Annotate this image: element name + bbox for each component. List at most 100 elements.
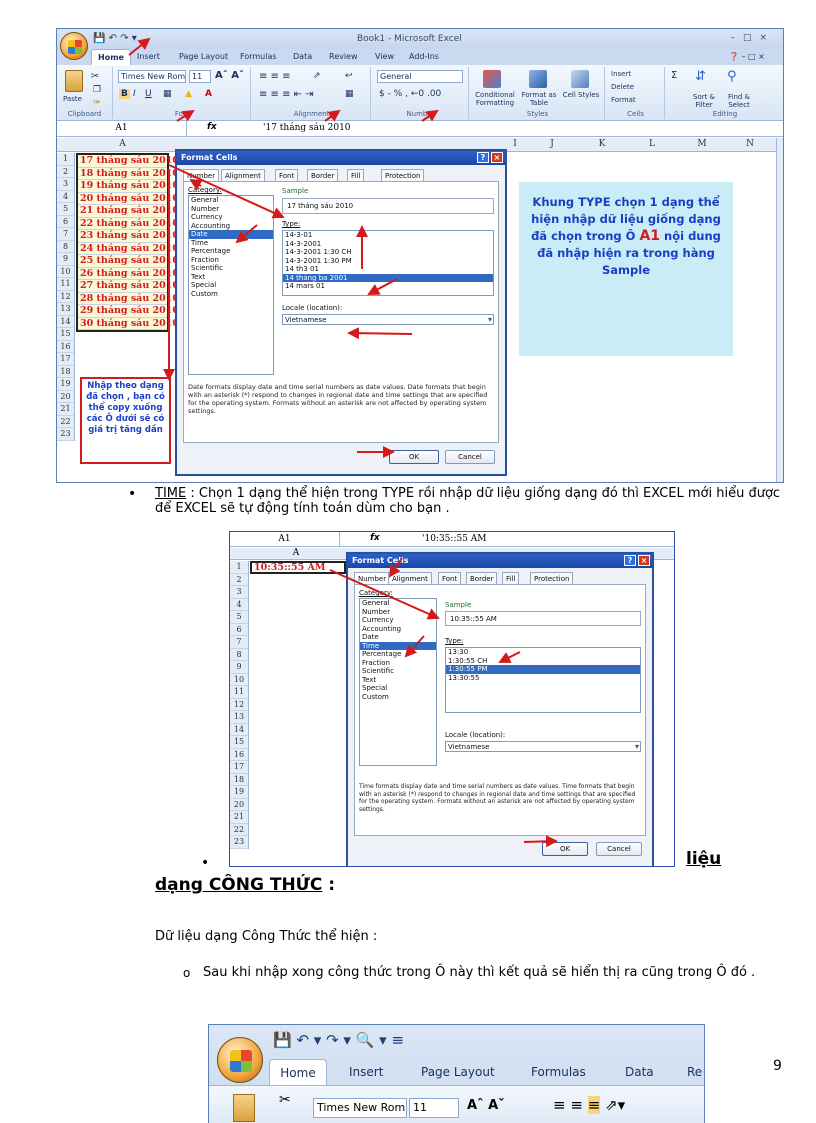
tab-review[interactable]: Re	[687, 1065, 702, 1079]
align-left-icon[interactable]: ≡ ≡ ≡ ⇤ ⇥	[259, 89, 314, 100]
row-header[interactable]: 15	[230, 736, 248, 749]
row-header[interactable]: 18	[230, 774, 248, 786]
row-header[interactable]: 12	[230, 699, 248, 711]
align-top-icon[interactable]: ≡ ≡ ≡	[259, 71, 291, 82]
table-cell[interactable]: 30 tháng sáu 2010	[78, 317, 179, 330]
row-header[interactable]: 10	[57, 266, 74, 278]
table-cell[interactable]: 29 tháng sáu 2010	[78, 305, 179, 318]
insert-cells-button[interactable]: Insert	[611, 70, 631, 78]
row-header[interactable]: 18	[57, 366, 74, 378]
row-header[interactable]: 15	[57, 328, 74, 341]
row-header[interactable]: 5	[230, 611, 248, 624]
paste-button[interactable]: Paste	[63, 95, 82, 103]
paste-icon[interactable]	[233, 1094, 255, 1122]
column-header[interactable]: N	[725, 139, 775, 149]
table-cell[interactable]: 19 tháng sáu 2010	[78, 180, 179, 193]
list-item[interactable]: Number	[360, 608, 436, 617]
format-as-table-button[interactable]: Format as Table	[519, 91, 559, 107]
borders-icon[interactable]: ▦	[163, 89, 172, 99]
tab-formulas[interactable]: Formulas	[240, 52, 277, 61]
row-header[interactable]: 19	[57, 378, 74, 391]
bold-button[interactable]: B	[119, 89, 130, 99]
column-header[interactable]: K	[577, 139, 627, 149]
locale-select[interactable]: Vietnamese	[445, 741, 641, 752]
tab-data[interactable]: Data	[625, 1065, 654, 1079]
row-header[interactable]: 4	[57, 191, 74, 203]
list-item[interactable]: Currency	[360, 616, 436, 625]
list-item[interactable]: 14 th3 01	[283, 265, 493, 274]
category-list[interactable]: General Number Currency Accounting Date Time P…	[359, 598, 437, 766]
font-name-box[interactable]: Times New Rom	[118, 70, 186, 83]
row-header[interactable]: 7	[230, 636, 248, 649]
list-item[interactable]: Accounting	[360, 625, 436, 634]
window-controls[interactable]: –□×	[730, 33, 775, 43]
grow-font-icon[interactable]: Aˆ Aˇ	[467, 1098, 505, 1113]
format-table-icon[interactable]	[529, 70, 547, 88]
column-a-range[interactable]: 17 tháng sáu 2010 18 tháng sáu 2010 19 thá…	[76, 153, 179, 332]
list-item[interactable]: General	[189, 196, 273, 205]
row-header[interactable]: 6	[230, 624, 248, 636]
cell-a1[interactable]: 10:35::55 AM	[250, 561, 346, 574]
ok-button[interactable]: OK	[389, 450, 439, 464]
tab-formulas[interactable]: Formulas	[531, 1065, 586, 1079]
row-header[interactable]: 3	[57, 178, 74, 191]
tab-review[interactable]: Review	[329, 52, 358, 61]
quick-access-toolbar[interactable]: 💾 ↶ ↷ ▾	[93, 33, 137, 44]
find-icon[interactable]: ⚲	[727, 69, 737, 84]
currency-icon[interactable]: $ - % , ←0 .00	[379, 89, 441, 99]
cancel-button[interactable]: Cancel	[596, 842, 642, 856]
font-size-box[interactable]: 11	[189, 70, 211, 83]
row-header[interactable]: 8	[57, 241, 74, 253]
row-header[interactable]: 7	[57, 228, 74, 241]
table-cell[interactable]: 26 tháng sáu 2010	[78, 267, 179, 280]
worksheet-grid[interactable]: A I J K L M N 1 2 3 4 5 6 7 8 9 10 11 12 13 14 15 16 17 1…	[57, 138, 783, 482]
list-item[interactable]: Fraction	[189, 256, 273, 265]
list-item[interactable]: 1:30:55 PM	[446, 665, 640, 674]
tab-home[interactable]: Home	[91, 49, 131, 65]
table-cell[interactable]: 28 tháng sáu 2010	[78, 292, 179, 305]
office-button[interactable]	[217, 1037, 263, 1083]
row-header[interactable]: 21	[230, 811, 248, 824]
cancel-button[interactable]: Cancel	[445, 450, 495, 464]
formula-input[interactable]: '10:35::55 AM	[422, 534, 487, 544]
column-header[interactable]: A	[76, 139, 169, 149]
list-item[interactable]: 13:30:55	[446, 674, 640, 683]
list-item[interactable]: Percentage	[189, 247, 273, 256]
list-item[interactable]: 1:30:55 CH	[446, 657, 640, 666]
help-icon[interactable]: ?	[477, 152, 489, 163]
row-header[interactable]: 9	[230, 661, 248, 674]
close-icon[interactable]: ×	[491, 152, 503, 163]
sort-filter-button[interactable]: Sort & Filter	[689, 93, 719, 109]
list-item[interactable]: Number	[189, 205, 273, 214]
sort-icon[interactable]: ⇵	[695, 69, 706, 84]
delete-cells-button[interactable]: Delete	[611, 83, 634, 91]
list-item[interactable]: Special	[360, 684, 436, 693]
table-cell[interactable]: 17 tháng sáu 2010	[78, 155, 179, 168]
tab-page-layout[interactable]: Page Layout	[179, 52, 228, 61]
conditional-formatting-button[interactable]: Conditional Formatting	[473, 91, 517, 107]
row-header[interactable]: 11	[57, 278, 74, 291]
list-item[interactable]: Custom	[360, 693, 436, 702]
tab-add-ins[interactable]: Add-Ins	[409, 52, 439, 61]
help-icon[interactable]: ?	[624, 555, 636, 566]
list-item[interactable]: 14-3-01	[283, 231, 493, 240]
row-header[interactable]: 17	[230, 761, 248, 774]
category-list[interactable]: General Number Currency Accounting Date Time P…	[188, 195, 274, 375]
row-header[interactable]: 19	[230, 786, 248, 799]
row-header[interactable]: 13	[230, 711, 248, 724]
list-item[interactable]: Scientific	[360, 667, 436, 676]
cell-styles-icon[interactable]	[571, 70, 589, 88]
underline-button[interactable]: U	[145, 89, 152, 99]
row-header[interactable]: 23	[230, 836, 248, 849]
row-header[interactable]: 12	[57, 291, 74, 303]
table-cell[interactable]: 20 tháng sáu 2010	[78, 192, 179, 205]
fx-icon[interactable]: fx	[207, 122, 217, 132]
row-header[interactable]: 23	[57, 428, 74, 441]
list-item[interactable]: 14-3-2001 1:30 PM	[283, 257, 493, 266]
row-header[interactable]: 17	[57, 353, 74, 366]
row-header[interactable]: 16	[57, 341, 74, 353]
orientation-icon[interactable]: ⇗	[313, 71, 321, 81]
table-cell[interactable]: 25 tháng sáu 2010	[78, 255, 179, 268]
column-header[interactable]: L	[627, 139, 677, 149]
table-cell[interactable]: 21 tháng sáu 2010	[78, 205, 179, 218]
